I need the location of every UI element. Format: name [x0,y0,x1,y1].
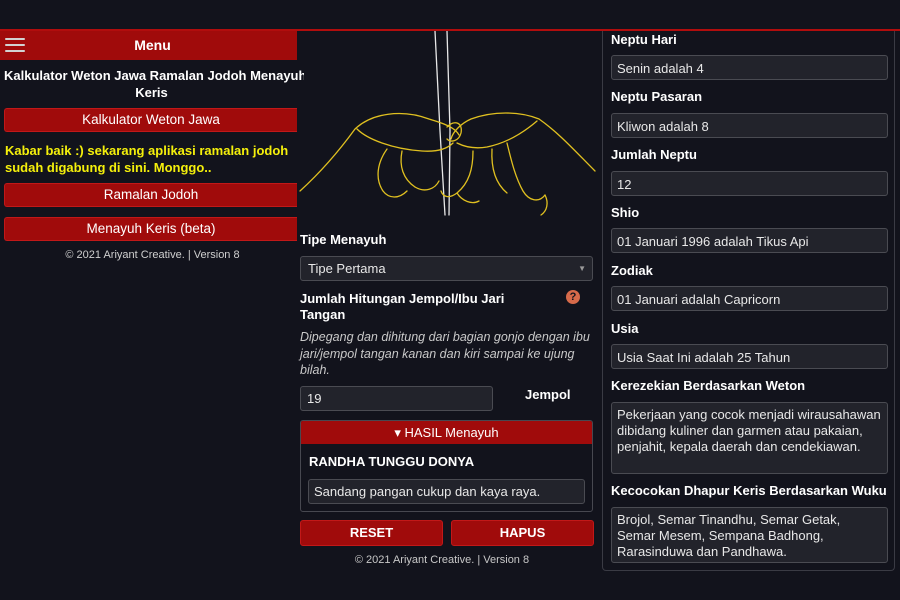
tipe-menayuh-select[interactable]: Tipe Pertama ▼ [300,256,593,281]
footer-copyright: © 2021 Ariyant Creative. | Version 8 [354,554,530,566]
shio-label: Shio [611,205,640,220]
app-title: Kalkulator Weton Jawa Ramalan Jodoh Mena… [4,68,304,83]
ramalan-jodoh-button[interactable]: Ramalan Jodoh [4,183,297,207]
neptu-hari-field[interactable]: Senin adalah 4 [611,55,888,80]
menu-label[interactable]: Menu [0,31,305,60]
reset-button[interactable]: RESET [300,520,443,546]
weton-calculator-button[interactable]: Kalkulator Weton Jawa [4,108,297,132]
kerezekian-label: Kerezekian Berdasarkan Weton [611,378,806,393]
top-bar [0,0,900,29]
tipe-menayuh-label: Tipe Menayuh [300,232,387,247]
middle-panel: Tipe Menayuh Tipe Pertama ▼ Jumlah Hitun… [297,31,600,571]
menayuh-keris-button[interactable]: Menayuh Keris (beta) [4,217,297,241]
result-toggle-header[interactable]: ▾ HASIL Menayuh [301,421,592,444]
jumlah-neptu-field[interactable]: 12 [611,171,888,196]
bottom-bar [0,571,900,600]
jempol-unit-label: Jempol [525,387,571,402]
tipe-menayuh-value: Tipe Pertama [308,261,386,276]
neptu-pasaran-label: Neptu Pasaran [611,89,703,104]
left-panel: Menu Kalkulator Weton Jawa Ramalan Jodoh… [0,31,304,271]
kerezekian-field[interactable]: Pekerjaan yang cocok menjadi wirausahawa… [611,402,888,474]
shio-field[interactable]: 01 Januari 1996 adalah Tikus Api [611,228,888,253]
footer-copyright: © 2021 Ariyant Creative. | Version 8 [65,249,240,261]
neptu-hari-label: Neptu Hari [611,32,677,47]
announcement-text: Kabar baik :) sekarang aplikasi ramalan … [5,143,289,175]
app-title-line2: Keris [135,85,168,100]
result-title: RANDHA TUNGGU DONYA [309,454,475,469]
jumlah-neptu-label: Jumlah Neptu [611,147,697,162]
hapus-button[interactable]: HAPUS [451,520,594,546]
menu-bar[interactable]: Menu [0,31,297,60]
result-panel: ▾ HASIL Menayuh RANDHA TUNGGU DONYA Sand… [300,420,593,512]
right-panel: Neptu Hari Senin adalah 4 Neptu Pasaran … [602,31,895,571]
instruction-text: Dipegang dan dihitung dari bagian gonjo … [300,330,590,377]
jempol-count-input[interactable]: 19 [300,386,493,411]
result-description: Sandang pangan cukup dan kaya raya. [308,479,585,504]
zodiak-field[interactable]: 01 Januari adalah Capricorn [611,286,888,311]
kecocokan-dhapur-field[interactable]: Brojol, Semar Tinandhu, Semar Getak, Sem… [611,507,888,563]
help-icon[interactable]: ? [566,290,580,304]
keris-hands-illustration [299,31,596,216]
neptu-pasaran-field[interactable]: Kliwon adalah 8 [611,113,888,138]
dropdown-caret-icon: ▼ [578,264,586,273]
jumlah-hitungan-label: Jumlah Hitungan Jempol/Ibu Jari Tangan [300,291,505,322]
zodiak-label: Zodiak [611,263,653,278]
usia-label: Usia [611,321,639,336]
usia-field[interactable]: Usia Saat Ini adalah 25 Tahun [611,344,888,369]
kecocokan-dhapur-label: Kecocokan Dhapur Keris Berdasarkan Wuku [611,483,887,498]
